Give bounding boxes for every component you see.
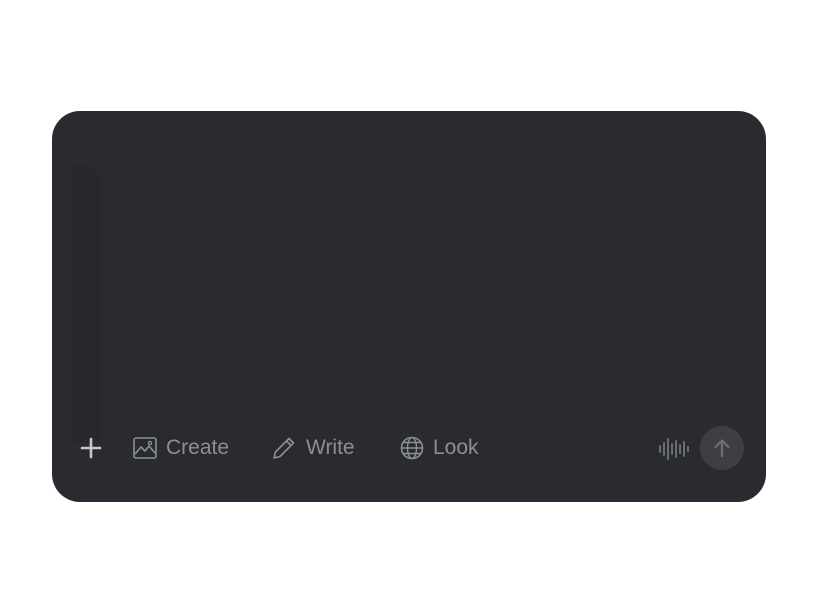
pencil-icon [273,437,295,459]
send-button[interactable] [700,426,744,470]
plus-icon [80,437,102,459]
prompt-composer: Create Write Look [52,111,766,502]
create-button-label: Create [166,436,230,459]
add-attachment-button[interactable] [78,435,104,461]
look-button[interactable]: Look [399,430,479,466]
arrow-up-icon [714,439,730,458]
waveform-icon [659,438,689,460]
look-button-label: Look [433,436,479,459]
create-button[interactable]: Create [132,430,229,466]
write-button[interactable]: Write [270,430,355,466]
image-icon [133,437,157,459]
voice-input-button[interactable] [658,436,690,462]
write-button-label: Write [306,436,355,459]
globe-icon [400,436,424,460]
composer-toolbar: Create Write Look [52,412,766,502]
prompt-input[interactable] [52,111,766,432]
